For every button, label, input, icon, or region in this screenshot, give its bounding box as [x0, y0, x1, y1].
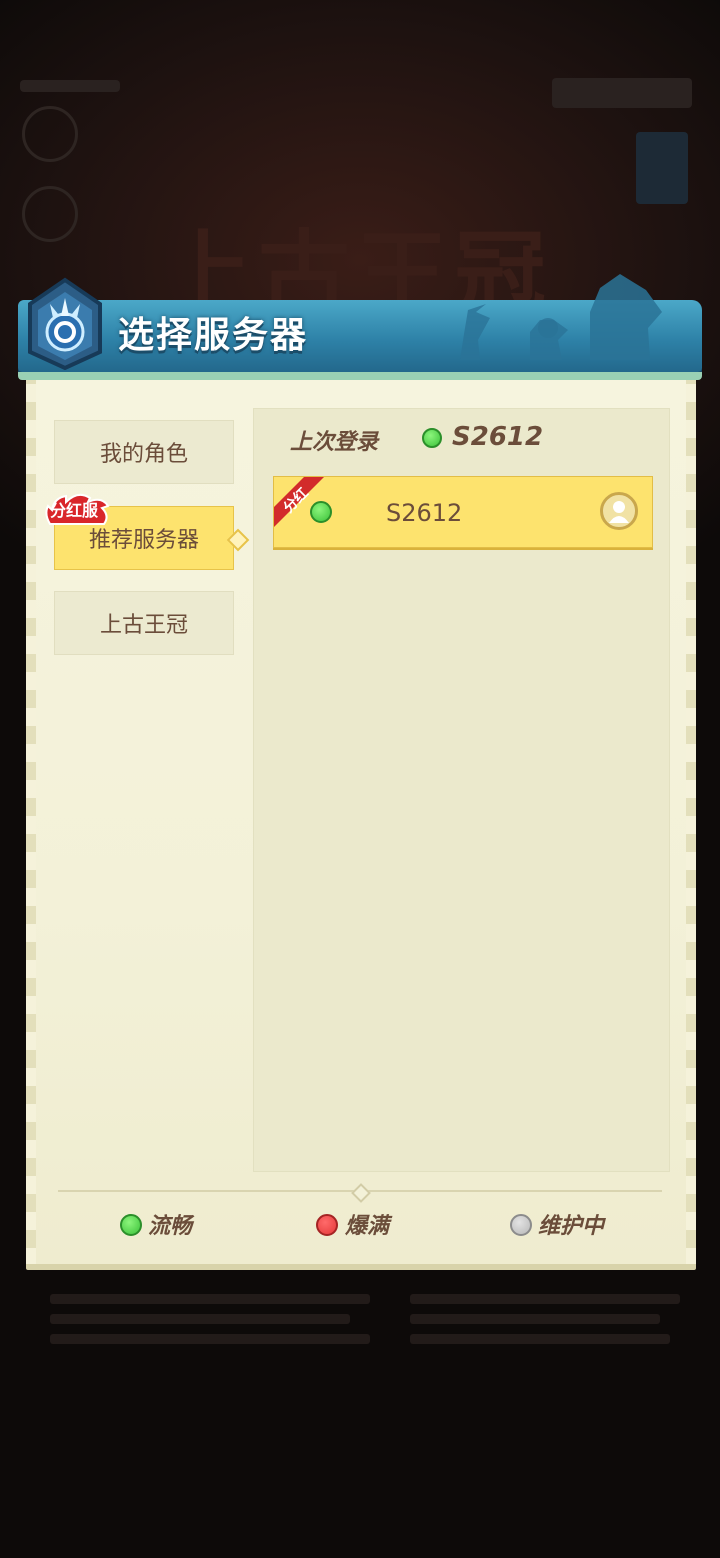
background-version-text: [20, 80, 120, 92]
tab-my-characters[interactable]: 我的角色: [54, 420, 234, 484]
crown-emblem-icon: [28, 277, 102, 370]
background-footer-text: [50, 1334, 370, 1344]
background-top-right-info: [552, 78, 692, 108]
tab-label: 上古王冠: [99, 613, 188, 638]
background-footer-text: [50, 1314, 350, 1324]
tab-ancient-crown[interactable]: 上古王冠: [54, 591, 234, 655]
tab-label: 推荐服务器: [88, 528, 199, 553]
legend-maintenance-label: 维护中: [538, 1214, 605, 1239]
character-avatar-icon[interactable]: [600, 492, 638, 530]
legend-smooth-label: 流畅: [148, 1214, 193, 1239]
person-icon: [609, 501, 629, 523]
status-smooth-icon: [120, 1214, 142, 1236]
background-footer-text: [410, 1294, 680, 1304]
server-name: S2612: [386, 499, 463, 527]
panel-left-border: [26, 366, 36, 1264]
page-title: 选择服务器: [118, 315, 309, 356]
hero-silhouettes-icon: [460, 274, 662, 360]
header-banner-edge: [18, 372, 702, 380]
last-login-label: 上次登录: [290, 430, 379, 455]
background-age-badge: [636, 132, 688, 204]
last-login-server[interactable]: S2612: [452, 422, 543, 452]
panel-right-border: [686, 366, 696, 1264]
status-maintenance-icon: [510, 1214, 532, 1236]
dividend-server-badge: 分红服: [44, 492, 110, 526]
background-user-icon: [22, 186, 78, 242]
background-footer-text: [50, 1294, 370, 1304]
background-footer-text: [410, 1334, 670, 1344]
status-smooth-icon: [422, 428, 442, 448]
dividend-server-badge-label: 分红服: [50, 501, 99, 520]
tab-label: 我的角色: [99, 442, 188, 467]
legend-full-label: 爆满: [345, 1214, 390, 1239]
status-smooth-icon: [310, 501, 332, 523]
status-full-icon: [316, 1214, 338, 1236]
background-footer-text: [410, 1314, 660, 1324]
server-item[interactable]: 分红 S2612: [273, 476, 653, 548]
background-close-icon: [22, 106, 78, 162]
